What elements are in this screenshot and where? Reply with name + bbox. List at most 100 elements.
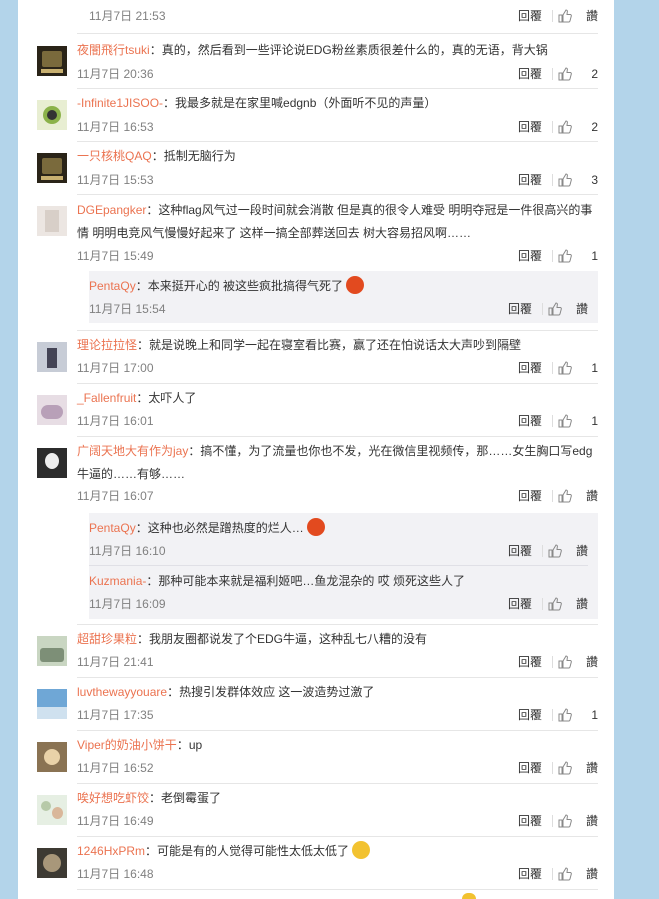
comment-time: 11月7日 16:53 xyxy=(77,120,154,134)
reply-button[interactable]: 回覆 xyxy=(518,65,542,83)
reply-button[interactable]: 回覆 xyxy=(508,542,532,560)
comment-meta: 11月7日 21:41 回覆 讚 xyxy=(77,653,598,671)
like-button[interactable]: 1 xyxy=(558,247,598,265)
comment-panel: 11月7日 21:53 回覆 讚 夜闇飛行tsuki：真的，然后看到一些评论说E… xyxy=(18,0,614,899)
like-button[interactable]: 3 xyxy=(558,171,598,189)
reply-time: 11月7日 16:09 xyxy=(89,597,166,611)
like-button[interactable]: 2 xyxy=(558,65,598,83)
comment-text: ：真的，然后看到一些评论说EDG粉丝素质很差什么的，真的无语，背大锅 xyxy=(149,43,548,57)
reply-button[interactable]: 回覆 xyxy=(518,247,542,265)
comment-time: 11月7日 21:41 xyxy=(77,655,154,669)
reply-text: ：本来挺开心的 被这些疯批搞得气死了 xyxy=(135,279,344,293)
divider xyxy=(552,762,553,774)
comment-username[interactable]: DGEpangker xyxy=(77,203,146,217)
thumbs-up-icon xyxy=(558,249,572,263)
divider xyxy=(552,250,553,262)
comment-username[interactable]: _Fallenfruit xyxy=(77,391,136,405)
comment-meta: 11月7日 21:53 回覆 讚 xyxy=(89,7,598,25)
reply-button[interactable]: 回覆 xyxy=(518,171,542,189)
divider xyxy=(77,783,598,784)
reply-username[interactable]: PentaQy xyxy=(89,279,136,293)
like-count: 讚 xyxy=(585,867,598,881)
reply-box: PentaQy：这种也必然是蹭热度的烂人… 11月7日 16:10 回覆 讚 K… xyxy=(89,513,598,619)
avatar xyxy=(37,795,67,825)
like-count: 讚 xyxy=(575,597,588,611)
divider xyxy=(77,383,598,384)
divider xyxy=(77,141,598,142)
like-button[interactable]: 讚 xyxy=(558,653,598,671)
like-button[interactable]: 2 xyxy=(558,118,598,136)
comment-time: 11月7日 21:53 xyxy=(89,9,166,23)
divider xyxy=(77,436,598,437)
reply-username[interactable]: PentaQy xyxy=(89,521,136,535)
comment-username[interactable]: 广阔天地大有作为jay xyxy=(77,444,188,458)
reply-button[interactable]: 回覆 xyxy=(518,812,542,830)
comment-text: ：可能是有的人觉得可能性太低太低了 xyxy=(145,844,350,858)
like-count: 2 xyxy=(591,120,598,134)
reply-time: 11月7日 16:10 xyxy=(89,544,166,558)
comment-text: ：up xyxy=(176,738,203,752)
comment-username[interactable]: 唉好想吃虾饺 xyxy=(77,791,149,805)
comment-text: ：我朋友圈都说发了个EDG牛逼，这种乱七八糟的没有 xyxy=(137,632,428,646)
comment-username[interactable]: 超甜珍果粒 xyxy=(77,632,137,646)
reply-button[interactable]: 回覆 xyxy=(518,487,542,505)
like-count: 讚 xyxy=(585,9,598,23)
reply-button[interactable]: 回覆 xyxy=(518,653,542,671)
divider xyxy=(542,598,543,610)
comment-time: 11月7日 16:52 xyxy=(77,761,154,775)
reply-button[interactable]: 回覆 xyxy=(518,759,542,777)
comment-meta: 11月7日 15:53 回覆 3 xyxy=(77,171,598,189)
reply-button[interactable]: 回覆 xyxy=(508,595,532,613)
avatar xyxy=(37,636,67,666)
like-button[interactable]: 讚 xyxy=(548,300,588,318)
reply-button[interactable]: 回覆 xyxy=(518,359,542,377)
reply-button[interactable]: 回覆 xyxy=(518,412,542,430)
comment-username[interactable]: 夜闇飛行tsuki xyxy=(77,43,150,57)
comment-username[interactable]: 理论拉拉怪 xyxy=(77,338,137,352)
comment-username[interactable]: 1246HxPRm xyxy=(77,844,145,858)
comment-text: ：热搜引发群体效应 这一波造势过激了 xyxy=(167,685,375,699)
reply-button[interactable]: 回覆 xyxy=(518,7,542,25)
like-button[interactable]: 讚 xyxy=(558,487,598,505)
avatar xyxy=(37,689,67,719)
comment-meta: 11月7日 16:01 回覆 1 xyxy=(77,412,598,430)
thumbs-up-icon xyxy=(558,867,572,881)
divider xyxy=(542,545,543,557)
avatar xyxy=(37,395,67,425)
avatar xyxy=(37,153,67,183)
comment-username[interactable]: Viper的奶油小饼干 xyxy=(77,738,177,752)
comment-username[interactable]: luvthewayyouare xyxy=(77,685,167,699)
divider xyxy=(77,624,598,625)
like-button[interactable]: 讚 xyxy=(558,865,598,883)
thumbs-up-icon xyxy=(558,361,572,375)
like-button[interactable]: 讚 xyxy=(548,542,588,560)
comment-username[interactable]: 一只核桃QAQ xyxy=(77,149,152,163)
like-button[interactable]: 1 xyxy=(558,706,598,724)
comment-time: 11月7日 16:01 xyxy=(77,414,154,428)
comment-username[interactable]: -Infinite1JISOO- xyxy=(77,96,163,110)
comment-text: ：搞不懂，为了流量也你也不发，光在微信里视频传，那……女生胸口写edg xyxy=(188,444,593,458)
thumbs-up-icon xyxy=(558,67,572,81)
like-button[interactable]: 1 xyxy=(558,359,598,377)
thumbs-up-icon xyxy=(558,655,572,669)
comment-time: 11月7日 17:00 xyxy=(77,361,154,375)
thumbs-up-icon xyxy=(558,120,572,134)
laughing-emoji-icon xyxy=(352,841,371,859)
comment-text: ：就是说晚上和同学一起在寝室看比赛，赢了还在怕说话太大声吵到隔壁 xyxy=(137,338,522,352)
reply-button[interactable]: 回覆 xyxy=(508,300,532,318)
like-count: 1 xyxy=(591,414,598,428)
like-count: 讚 xyxy=(585,489,598,503)
reply-button[interactable]: 回覆 xyxy=(518,865,542,883)
comment-meta: 11月7日 15:49 回覆 1 xyxy=(77,247,598,265)
like-button[interactable]: 1 xyxy=(558,412,598,430)
comment-time: 11月7日 16:48 xyxy=(77,867,154,881)
reply-username[interactable]: Kuzmania- xyxy=(89,574,146,588)
like-button[interactable]: 讚 xyxy=(558,759,598,777)
like-button[interactable]: 讚 xyxy=(558,812,598,830)
like-count: 1 xyxy=(591,708,598,722)
reply-button[interactable]: 回覆 xyxy=(518,706,542,724)
like-button[interactable]: 讚 xyxy=(548,595,588,613)
comment-meta: 11月7日 16:53 回覆 2 xyxy=(77,118,598,136)
like-button[interactable]: 讚 xyxy=(558,7,598,25)
reply-button[interactable]: 回覆 xyxy=(518,118,542,136)
